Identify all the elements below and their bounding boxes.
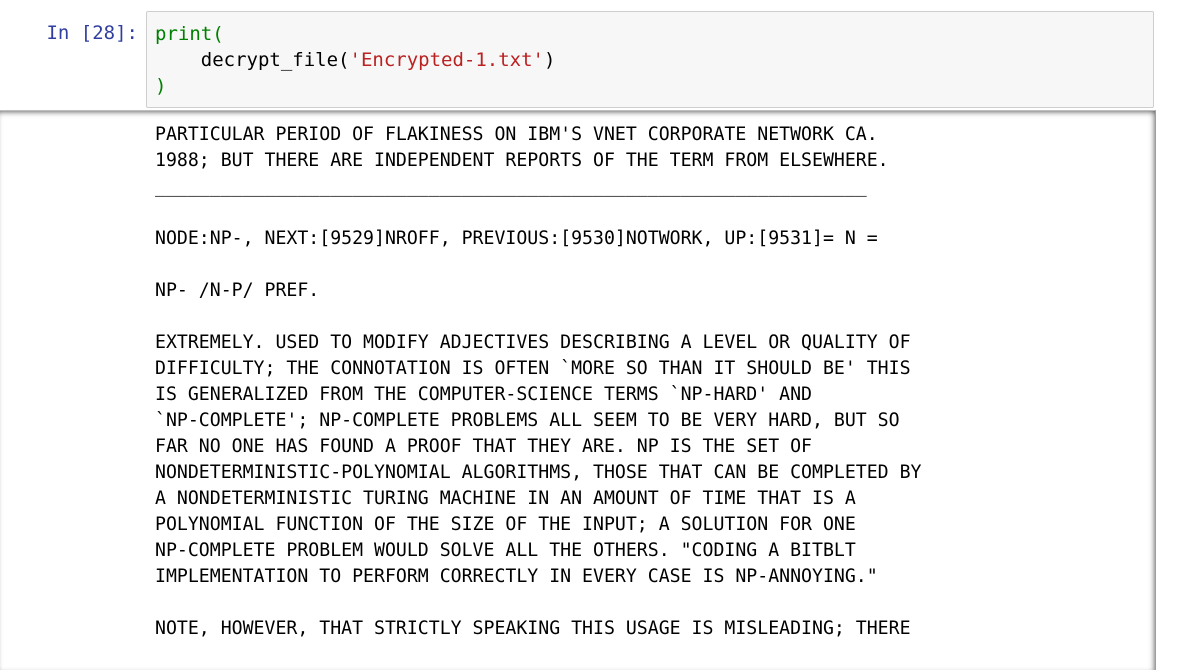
- close-paren: ): [543, 49, 556, 71]
- output-line: NOTE, HOWEVER, THAT STRICTLY SPEAKING TH…: [155, 618, 911, 639]
- open-paren: (: [212, 23, 224, 45]
- output-line: `NP-COMPLETE'; NP-COMPLETE PROBLEMS ALL …: [155, 410, 900, 431]
- cell-prompt: In [28]:: [46, 22, 138, 44]
- print-keyword: print: [155, 23, 213, 45]
- code-line-3: ): [155, 73, 555, 99]
- output-line: POLYNOMIAL FUNCTION OF THE SIZE OF THE I…: [155, 514, 856, 535]
- code-line-2: decrypt_file('Encrypted-1.txt'): [155, 47, 556, 73]
- code-editor[interactable]: print( decrypt_file('Encrypted-1.txt')): [155, 21, 555, 99]
- output-line: DIFFICULTY; THE CONNOTATION IS OFTEN `MO…: [155, 358, 911, 379]
- output-line: IS GENERALIZED FROM THE COMPUTER-SCIENCE…: [155, 384, 812, 405]
- code-line-1: print(: [155, 21, 555, 47]
- output-line: IMPLEMENTATION TO PERFORM CORRECTLY IN E…: [155, 566, 878, 587]
- output-area[interactable]: PARTICULAR PERIOD OF FLAKINESS ON IBM'S …: [0, 110, 1156, 670]
- output-line: EXTREMELY. USED TO MODIFY ADJECTIVES DES…: [155, 332, 911, 353]
- code-input-cell[interactable]: print( decrypt_file('Encrypted-1.txt')): [146, 11, 1154, 108]
- output-line: ________________________________________…: [155, 176, 867, 197]
- output-line: PARTICULAR PERIOD OF FLAKINESS ON IBM'S …: [155, 124, 878, 145]
- output-line: NP- /N-P/ PREF.: [155, 280, 320, 301]
- output-line: A NONDETERMINISTIC TURING MACHINE IN AN …: [155, 488, 856, 509]
- output-line: 1988; BUT THERE ARE INDEPENDENT REPORTS …: [155, 150, 889, 171]
- function-name: decrypt_file: [200, 49, 339, 71]
- output-text: PARTICULAR PERIOD OF FLAKINESS ON IBM'S …: [155, 122, 922, 642]
- output-line: NP-COMPLETE PROBLEM WOULD SOLVE ALL THE …: [155, 540, 856, 561]
- string-argument: 'Encrypted-1.txt': [349, 49, 544, 71]
- close-paren: ): [155, 75, 167, 97]
- output-line: NONDETERMINISTIC-POLYNOMIAL ALGORITHMS, …: [155, 462, 922, 483]
- output-line: FAR NO ONE HAS FOUND A PROOF THAT THEY A…: [155, 436, 812, 457]
- output-line: NODE:NP-, NEXT:[9529]NROFF, PREVIOUS:[95…: [155, 228, 878, 249]
- open-paren: (: [338, 49, 350, 71]
